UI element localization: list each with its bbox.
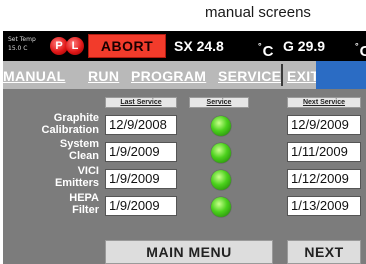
next-service-field[interactable]: 12/9/2009 bbox=[287, 115, 361, 135]
nav-program[interactable]: PROGRAM bbox=[131, 66, 206, 86]
row-label-line: Graphite bbox=[53, 112, 99, 124]
instrument-screen: Set Temp 15.0 C P L ABORT SX 24.8 °C G 2… bbox=[3, 31, 366, 264]
row-label-system-clean: System Clean bbox=[17, 138, 99, 164]
nav-run[interactable]: RUN bbox=[88, 66, 119, 86]
g-temperature-readout: G 29.9 bbox=[283, 38, 326, 54]
next-service-field[interactable]: 1/12/2009 bbox=[287, 169, 361, 189]
g-unit: °C bbox=[355, 36, 366, 60]
service-status-led bbox=[211, 143, 231, 163]
nav-accent-block bbox=[316, 61, 366, 89]
main-menu-button[interactable]: MAIN MENU bbox=[105, 240, 273, 264]
last-service-field[interactable]: 1/9/2009 bbox=[105, 169, 177, 189]
row-label-line: Calibration bbox=[41, 124, 99, 136]
lamp-l-indicator: L bbox=[66, 37, 84, 55]
next-service-header: Next Service bbox=[287, 97, 361, 108]
set-temp-label: Set Temp bbox=[8, 36, 36, 43]
row-label-line: VICI bbox=[77, 165, 99, 177]
last-service-field[interactable]: 12/9/2008 bbox=[105, 115, 177, 135]
next-service-field[interactable]: 1/11/2009 bbox=[287, 142, 361, 162]
set-temp-readout: Set Temp 15.0 C bbox=[8, 36, 46, 56]
row-label-line: System bbox=[59, 138, 99, 150]
last-service-header: Last Service bbox=[105, 97, 177, 108]
nav-service[interactable]: SERVICE bbox=[218, 66, 281, 86]
status-bar: Set Temp 15.0 C P L ABORT SX 24.8 °C G 2… bbox=[3, 31, 366, 61]
nav-bar: MANUAL RUN PROGRAM SERVICE EXIT bbox=[3, 61, 366, 89]
row-label-line: HEPA bbox=[69, 192, 99, 204]
next-button[interactable]: NEXT bbox=[287, 240, 361, 264]
row-label-graphite-calibration: Graphite Calibration bbox=[17, 112, 99, 138]
nav-manual[interactable]: MANUAL bbox=[3, 66, 65, 86]
service-status-led bbox=[211, 197, 231, 217]
page-caption: manual screens bbox=[205, 4, 311, 21]
abort-button[interactable]: ABORT bbox=[88, 34, 166, 58]
set-temp-value: 15.0 C bbox=[8, 45, 28, 52]
service-header: Service bbox=[189, 97, 249, 108]
degree-symbol: ° bbox=[355, 41, 359, 51]
last-service-field[interactable]: 1/9/2009 bbox=[105, 196, 177, 216]
service-status-led bbox=[211, 116, 231, 136]
row-label-line: Clean bbox=[69, 150, 99, 162]
row-label-hepa-filter: HEPA Filter bbox=[17, 192, 99, 218]
sx-temperature-readout: SX 24.8 bbox=[174, 38, 224, 54]
row-label-line: Emitters bbox=[54, 177, 99, 189]
nav-divider bbox=[281, 64, 283, 86]
last-service-field[interactable]: 1/9/2009 bbox=[105, 142, 177, 162]
row-label-vici-emitters: VICI Emitters bbox=[17, 165, 99, 191]
next-service-field[interactable]: 1/13/2009 bbox=[287, 196, 361, 216]
unit-letter: C bbox=[359, 43, 366, 60]
service-status-led bbox=[211, 170, 231, 190]
row-label-line: Filter bbox=[72, 204, 99, 216]
unit-letter: C bbox=[262, 43, 274, 60]
nav-exit[interactable]: EXIT bbox=[287, 66, 319, 86]
sx-unit: °C bbox=[258, 36, 273, 60]
degree-symbol: ° bbox=[258, 41, 262, 51]
